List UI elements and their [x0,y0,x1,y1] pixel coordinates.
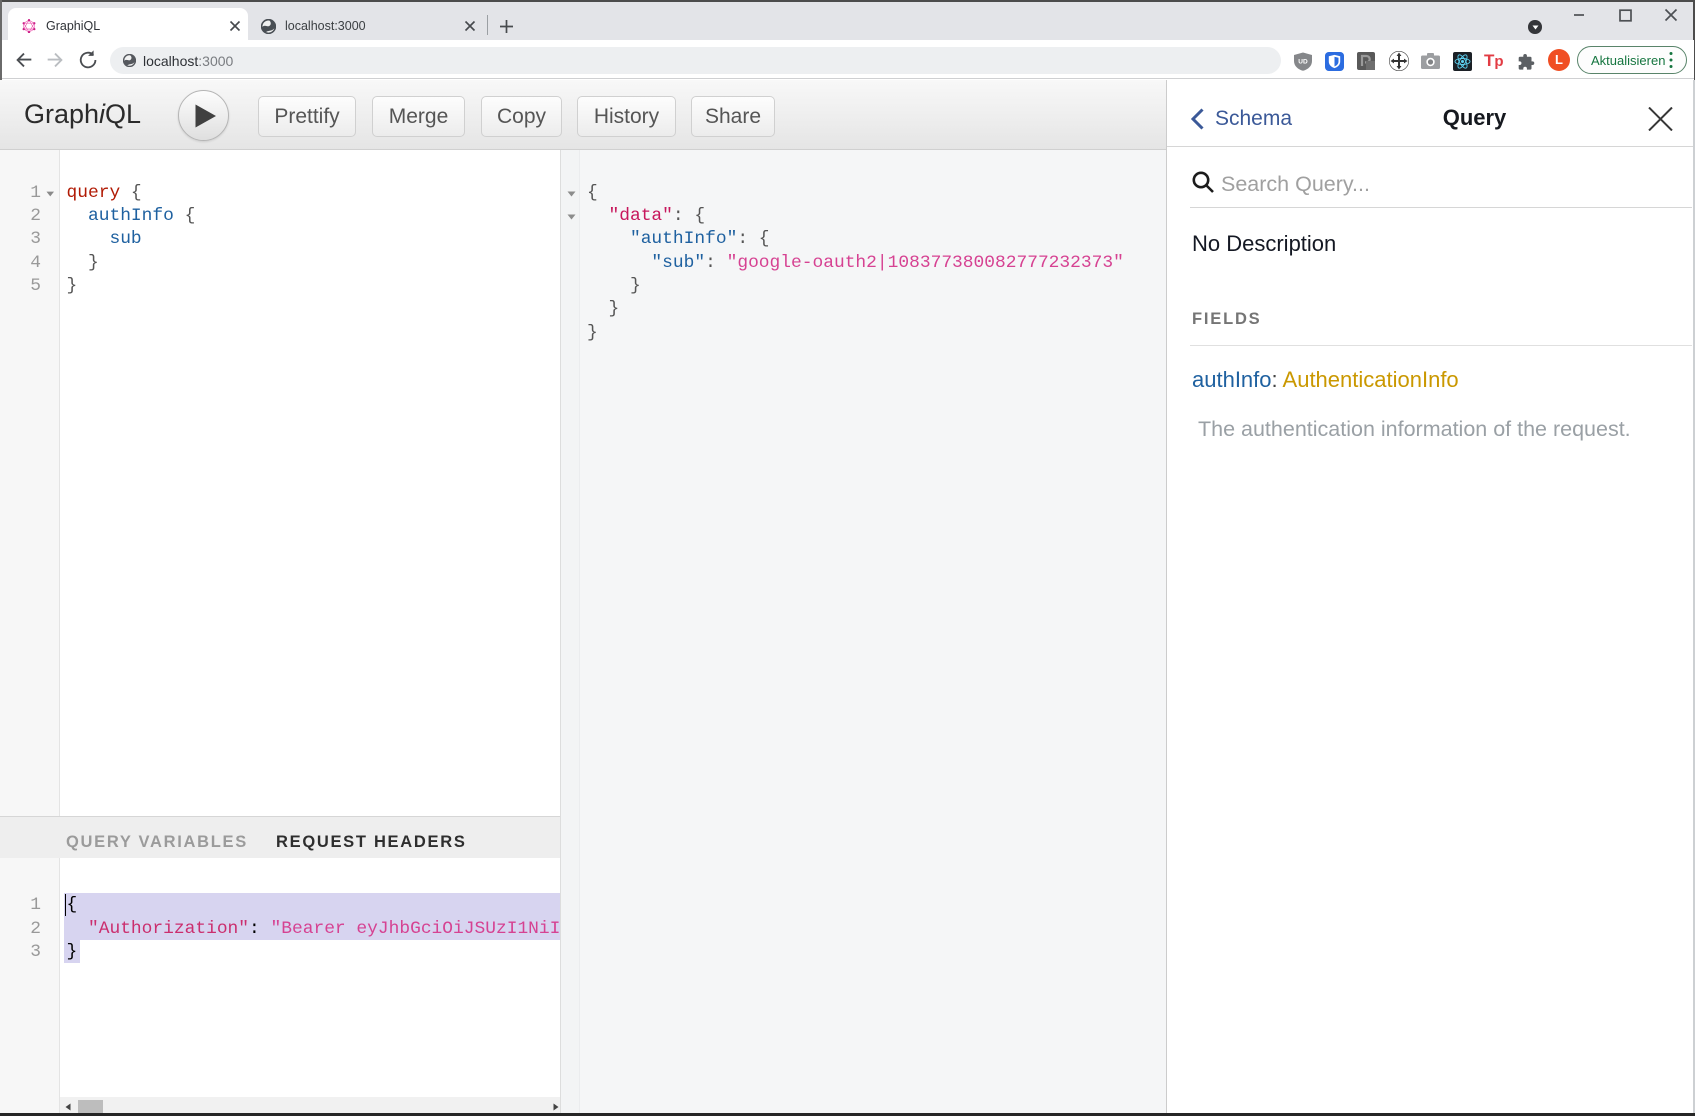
svg-text:UD: UD [1298,59,1308,66]
